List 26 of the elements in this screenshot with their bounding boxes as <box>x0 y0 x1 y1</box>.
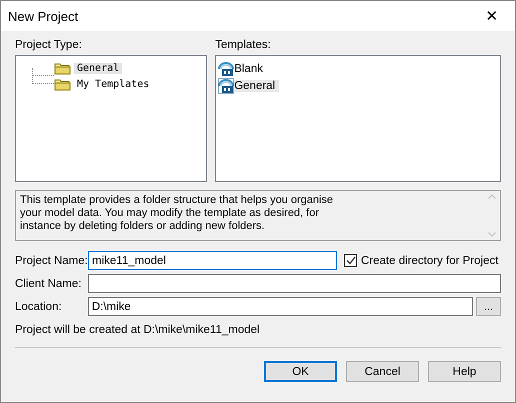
checkbox[interactable] <box>344 254 357 267</box>
field-label: Location: <box>15 300 63 312</box>
dialog-button[interactable]: OK <box>264 361 337 382</box>
checkbox-label[interactable]: Create directory for Project <box>361 254 498 266</box>
folder-icon <box>54 62 71 74</box>
templates-label: Templates: <box>215 39 272 53</box>
field-label: Client Name: <box>15 278 82 290</box>
description-text: This template provides a folder structure that helps you organise your model data. You may modify the template as desired, for instance by deleting folders or adding new folders. <box>19 193 334 234</box>
input-field[interactable] <box>88 274 501 293</box>
folder-icon <box>54 78 71 90</box>
dialog-button[interactable]: Help <box>428 361 501 382</box>
project-type-label: Project Type: <box>15 39 83 53</box>
input-field[interactable]: mike11_model <box>88 251 337 270</box>
dialog-button[interactable]: Cancel <box>346 361 419 382</box>
input-field[interactable]: D:\mike <box>88 297 474 316</box>
template-icon <box>218 78 234 94</box>
template-item[interactable]: Blank <box>234 62 267 74</box>
close-button[interactable]: ✕ <box>469 1 515 31</box>
tree-item[interactable]: General <box>74 62 122 74</box>
template-icon <box>218 60 234 76</box>
info-text: Project will be created at D:\mike\mike11_model <box>15 324 261 336</box>
window-title: New Project <box>8 8 78 24</box>
browse-button[interactable]: ... <box>476 297 501 316</box>
template-item[interactable]: General <box>234 80 280 92</box>
tree-item[interactable]: My Templates <box>74 78 152 90</box>
field-label: Project Name: <box>15 254 88 266</box>
